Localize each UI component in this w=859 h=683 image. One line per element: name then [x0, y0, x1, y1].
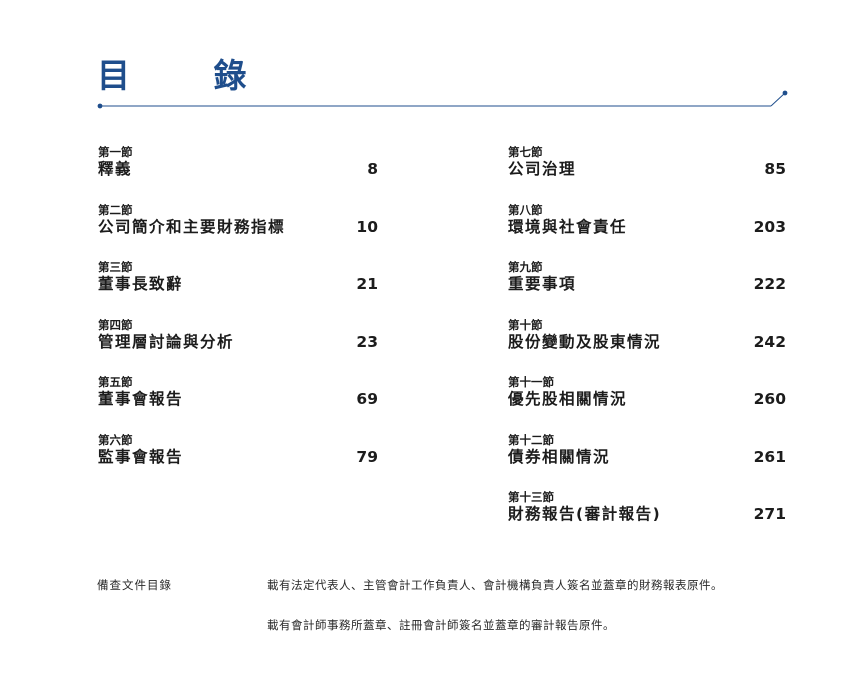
- toc-section-title: 董事會報告: [98, 390, 184, 408]
- toc-section-number: 第七節: [508, 145, 543, 159]
- toc-section-number: 第二節: [98, 202, 133, 217]
- toc-entry[interactable]: 第十三節 財務報告(審計報告) 271: [508, 490, 786, 548]
- toc-section-number: 第八節: [508, 202, 543, 217]
- toc-page-number: 69: [356, 390, 378, 408]
- toc-section-title: 公司治理: [508, 160, 577, 178]
- toc-section-number: 第五節: [98, 375, 133, 389]
- toc-page-number: 203: [753, 217, 786, 236]
- toc-page-number: 222: [753, 275, 786, 293]
- toc-page-number: 85: [764, 160, 786, 178]
- toc-section-number: 第十二節: [508, 432, 554, 447]
- toc-section-title: 管理層討論與分析: [98, 332, 235, 351]
- toc-page-number: 23: [356, 332, 378, 351]
- toc-page-number: 8: [367, 160, 378, 178]
- toc-section-number: 第三節: [98, 260, 133, 274]
- toc-entry[interactable]: 第三節 董事長致辭 21: [98, 260, 378, 318]
- toc-page-number: 260: [753, 390, 786, 408]
- toc-section-title: 重要事項: [508, 275, 577, 293]
- toc-section-title: 釋義: [98, 160, 133, 178]
- toc-section-title: 債券相關情況: [508, 447, 611, 466]
- toc-entry[interactable]: 第八節 環境與社會責任 203: [508, 203, 786, 261]
- toc-page-number: 10: [356, 217, 378, 236]
- toc-entry[interactable]: 第五節 董事會報告 69: [98, 375, 378, 433]
- toc-page-number: 79: [356, 447, 378, 466]
- toc-section-title: 股份變動及股東情況: [508, 332, 662, 351]
- reference-documents-label: 備查文件目錄: [97, 578, 172, 592]
- toc-section-number: 第十一節: [508, 375, 554, 389]
- toc-page-number: 21: [356, 275, 378, 293]
- toc-page-number: 271: [753, 505, 786, 523]
- toc-entry[interactable]: 第七節 公司治理 85: [508, 145, 786, 203]
- toc-section-number: 第十節: [508, 317, 543, 332]
- toc-section-number: 第一節: [98, 145, 133, 159]
- toc-entry[interactable]: 第一節 釋義 8: [98, 145, 378, 203]
- toc-entry[interactable]: 第六節 監事會報告 79: [98, 433, 378, 491]
- toc-section-title: 公司簡介和主要財務指標: [98, 217, 286, 236]
- toc-column-left: 第一節 釋義 8 第二節 公司簡介和主要財務指標 10 第三節 董事長致辭 21…: [98, 145, 378, 490]
- toc-section-number: 第九節: [508, 260, 543, 274]
- toc-entry[interactable]: 第十節 股份變動及股東情況 242: [508, 318, 786, 376]
- reference-document-item: 載有法定代表人、主管會計工作負責人、會計機構負責人簽名並蓋章的財務報表原件。: [267, 578, 723, 592]
- toc-entry[interactable]: 第二節 公司簡介和主要財務指標 10: [98, 203, 378, 261]
- toc-entry[interactable]: 第十一節 優先股相關情況 260: [508, 375, 786, 433]
- toc-entry[interactable]: 第九節 重要事項 222: [508, 260, 786, 318]
- toc-page-number: 261: [753, 447, 786, 466]
- toc-section-number: 第四節: [98, 317, 133, 332]
- toc-entry[interactable]: 第四節 管理層討論與分析 23: [98, 318, 378, 376]
- toc-section-title: 監事會報告: [98, 447, 184, 466]
- toc-entry[interactable]: 第十二節 債券相關情況 261: [508, 433, 786, 491]
- toc-section-title: 環境與社會責任: [508, 217, 628, 236]
- toc-section-number: 第六節: [98, 432, 133, 447]
- reference-document-item: 載有會計師事務所蓋章、註冊會計師簽名並蓋章的審計報告原件。: [267, 618, 615, 632]
- toc-column-right: 第七節 公司治理 85 第八節 環境與社會責任 203 第九節 重要事項 222…: [508, 145, 786, 548]
- toc-page-number: 242: [753, 332, 786, 351]
- title-underline: [97, 90, 788, 109]
- toc-section-title: 優先股相關情況: [508, 390, 628, 408]
- toc-section-title: 董事長致辭: [98, 275, 184, 293]
- toc-section-title: 財務報告(審計報告): [508, 505, 662, 523]
- toc-section-number: 第十三節: [508, 490, 554, 504]
